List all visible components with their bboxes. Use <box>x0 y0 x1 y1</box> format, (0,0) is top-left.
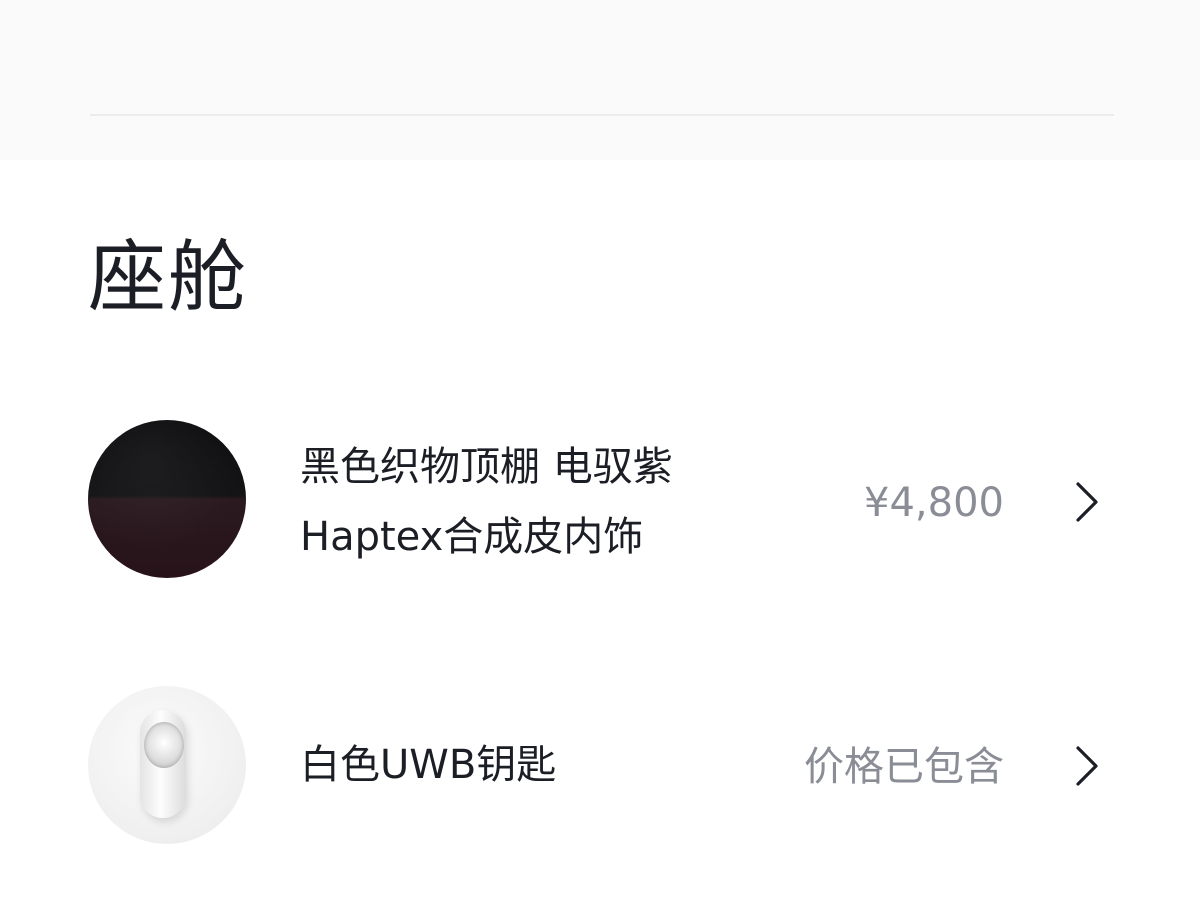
option-label-uwb-key: 白色UWB钥匙 <box>300 730 556 800</box>
interior-swatch-thumbnail <box>88 420 246 578</box>
uwb-key-thumbnail <box>88 686 246 844</box>
option-label-line-2: Haptex合成皮内饰 <box>300 514 644 560</box>
option-label-line-1: 黑色织物顶棚 电驭紫 <box>300 444 673 490</box>
option-price-uwb-key: 价格已包含 <box>804 744 1004 790</box>
section-title-cockpit: 座舱 <box>88 233 249 323</box>
option-price-interior: ¥4,800 <box>864 480 1004 526</box>
top-panel <box>0 0 1200 160</box>
option-label-interior: 黑色织物顶棚 电驭紫 Haptex合成皮内饰 <box>300 432 673 572</box>
key-button <box>144 722 184 768</box>
option-label-line-1: 白色UWB钥匙 <box>300 742 557 788</box>
chevron-right-icon[interactable] <box>1072 480 1100 524</box>
chevron-right-icon[interactable] <box>1072 744 1100 788</box>
section-divider <box>90 114 1114 116</box>
option-row-uwb-key[interactable]: 白色UWB钥匙 价格已包含 <box>0 686 1200 846</box>
option-row-interior[interactable]: 黑色织物顶棚 电驭紫 Haptex合成皮内饰 ¥4,800 <box>0 420 1200 580</box>
